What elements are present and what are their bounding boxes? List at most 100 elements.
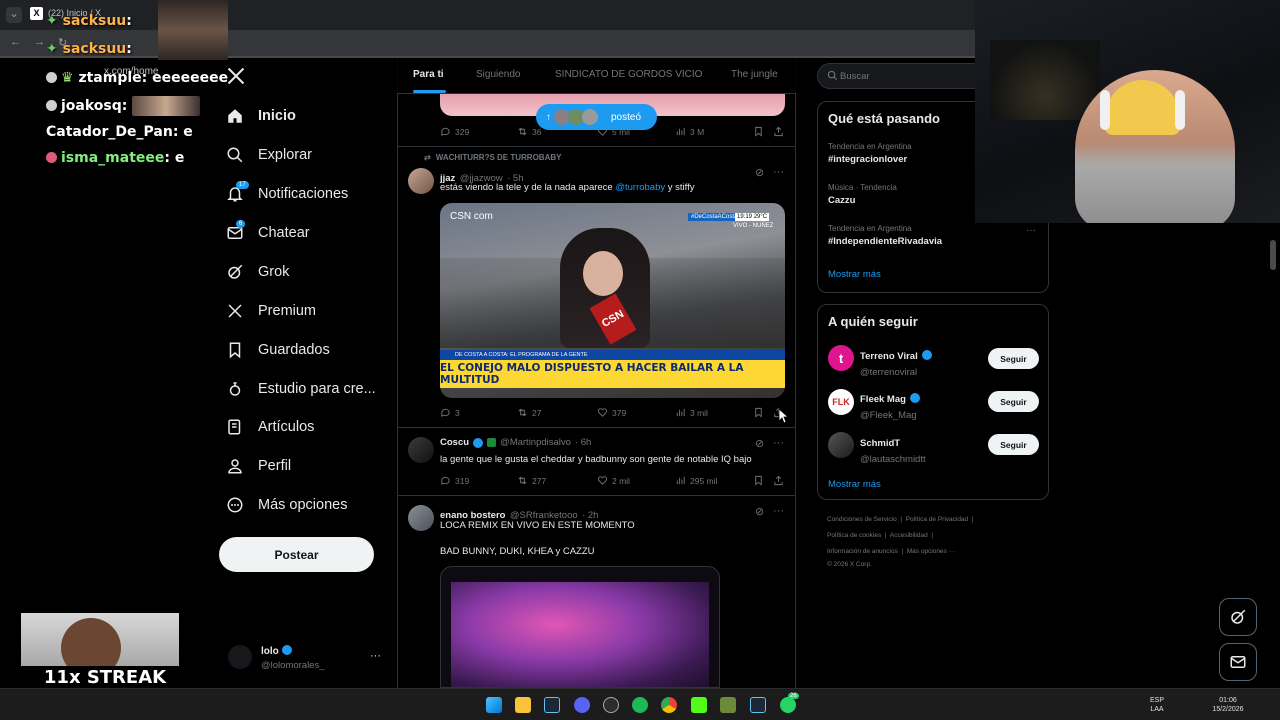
views-button[interactable]: 295 mil <box>675 475 717 486</box>
steam-icon[interactable] <box>750 697 766 713</box>
tab-para-ti[interactable]: Para ti <box>413 69 444 80</box>
grok-fab[interactable] <box>1219 598 1257 636</box>
search-input[interactable] <box>840 68 970 84</box>
nav-item-notificaciones[interactable]: 17 Notificaciones <box>226 179 348 209</box>
tab-sindicato[interactable]: SINDICATO DE GORDOS VICIO <box>555 69 702 80</box>
share-button[interactable] <box>773 475 784 486</box>
trend-item[interactable]: Tendencia en Argentina #IndependienteRiv… <box>828 224 1038 247</box>
spotify-icon[interactable] <box>632 697 648 713</box>
new-posts-pill[interactable]: ↑ posteó <box>536 104 657 130</box>
back-icon[interactable]: ← <box>10 36 21 48</box>
steam-icon[interactable] <box>544 697 560 713</box>
views-button[interactable]: 3 M <box>675 126 704 137</box>
follow-user[interactable]: Terreno Viral @terrenoviral <box>860 346 933 378</box>
nav-item-premium[interactable]: Premium <box>226 296 316 326</box>
copyright: © 2026 X Corp. <box>827 561 872 568</box>
file-explorer-icon[interactable] <box>515 697 531 713</box>
discord-icon[interactable] <box>574 697 590 713</box>
bookmark-button[interactable] <box>753 475 764 486</box>
messages-fab[interactable] <box>1219 643 1257 681</box>
page-scrollbar[interactable] <box>1270 240 1276 270</box>
tab-the-jungle[interactable]: The jungle <box>731 69 778 80</box>
tweet-time[interactable]: · 6h <box>575 437 591 448</box>
account-switcher[interactable]: lolo <box>261 645 292 657</box>
nav-item-grok[interactable]: Grok <box>226 257 289 287</box>
chat-user: sacksuu <box>62 13 127 29</box>
tab-siguiendo[interactable]: Siguiendo <box>476 69 520 80</box>
bookmark-button[interactable] <box>753 126 764 137</box>
chat-user: Catador_De_Pan <box>46 124 173 140</box>
forward-icon[interactable]: → <box>34 36 45 48</box>
footer-link[interactable]: Condiciones de Servicio <box>827 516 897 523</box>
person-icon <box>226 457 244 475</box>
follow-user[interactable]: Fleek Mag @Fleek_Mag <box>860 389 921 421</box>
tweet-more-icon[interactable]: ··· <box>773 166 784 178</box>
start-icon[interactable] <box>486 697 502 713</box>
app-icon[interactable] <box>720 697 736 713</box>
footer-link[interactable]: Política de cookies <box>827 532 881 539</box>
chrome-icon[interactable] <box>661 697 677 713</box>
repost-button[interactable]: 277 <box>517 475 546 486</box>
nav-item-explorar[interactable]: Explorar <box>226 140 312 170</box>
nav-item-mas-opciones[interactable]: Más opciones <box>226 490 347 520</box>
like-button[interactable]: 379 <box>597 407 626 418</box>
reply-button[interactable]: 319 <box>440 475 469 486</box>
search-icon <box>226 146 244 164</box>
follow-avatar[interactable]: t <box>828 345 854 371</box>
tweet-handle[interactable]: @Martinpdisalvo <box>500 437 571 448</box>
tweet-avatar[interactable] <box>408 505 434 531</box>
bookmark-button[interactable] <box>753 407 764 418</box>
tweet-author[interactable]: Coscu <box>440 437 469 448</box>
obs-icon[interactable] <box>603 697 619 713</box>
repost-context[interactable]: ⇄ WACHITURR?S DE TURROBABY <box>424 153 561 162</box>
reply-button[interactable]: 329 <box>440 126 469 137</box>
follow-show-more[interactable]: Mostrar más <box>828 479 881 490</box>
follow-button[interactable]: Seguir <box>988 391 1039 412</box>
tweet-avatar[interactable] <box>408 437 434 463</box>
x-logo-icon[interactable] <box>226 66 246 86</box>
like-button[interactable]: 2 mil <box>597 475 630 486</box>
grok-tweet-icon[interactable]: ⊘ <box>755 437 764 450</box>
grok-tweet-icon[interactable]: ⊘ <box>755 166 764 179</box>
tweet-more-icon[interactable]: ··· <box>773 505 784 517</box>
follow-button[interactable]: Seguir <box>988 348 1039 369</box>
nav-item-chatear[interactable]: 6 Chatear <box>226 218 310 248</box>
nav-item-articulos[interactable]: Artículos <box>226 412 314 442</box>
language-indicator[interactable]: ESP LAA <box>1148 696 1166 714</box>
nav-item-guardados[interactable]: Guardados <box>226 335 330 365</box>
kick-icon[interactable] <box>691 697 707 713</box>
tweet-avatar[interactable] <box>408 168 434 194</box>
follow-avatar[interactable] <box>828 432 854 458</box>
follow-avatar[interactable]: FLK <box>828 389 854 415</box>
nav-item-inicio[interactable]: Inicio <box>226 101 296 131</box>
streak-counter: 11x STREAK <box>43 667 167 688</box>
tab-list-button[interactable]: ⌄ <box>6 7 22 23</box>
tweet-more-icon[interactable]: ··· <box>773 437 784 449</box>
tweet-video[interactable] <box>440 566 720 688</box>
whatsapp-icon[interactable] <box>780 697 796 713</box>
follow-button[interactable]: Seguir <box>988 434 1039 455</box>
footer-link[interactable]: Accesibilidad <box>890 532 928 539</box>
footer-link[interactable]: Más opciones ··· <box>907 548 955 555</box>
trends-show-more[interactable]: Mostrar más <box>828 269 881 280</box>
trend-more-icon[interactable]: ··· <box>1026 225 1036 236</box>
tweet-video[interactable]: CSN CSN com #DeCostaACosta 19:19 29°C VI… <box>440 203 785 398</box>
follow-user[interactable]: SchmidT @lautaschmidtt <box>860 433 926 465</box>
grok-tweet-icon[interactable]: ⊘ <box>755 505 764 518</box>
account-more-icon[interactable]: ··· <box>370 650 381 662</box>
share-button[interactable] <box>773 126 784 137</box>
mention-link[interactable]: @turrobaby <box>615 182 665 193</box>
repost-button[interactable]: 27 <box>517 407 541 418</box>
x-icon <box>226 302 244 320</box>
footer-link[interactable]: Información de anuncios <box>827 548 898 555</box>
views-button[interactable]: 3 mil <box>675 407 708 418</box>
nav-item-perfil[interactable]: Perfil <box>226 451 291 481</box>
post-button[interactable]: Postear <box>219 537 374 572</box>
account-avatar[interactable] <box>228 645 252 669</box>
clock[interactable]: 01:06 15/2/2026 <box>1208 696 1248 714</box>
chat-line: ♛ ztample: eeeeeeee <box>46 70 228 86</box>
reply-button[interactable]: 3 <box>440 407 460 418</box>
repost-button[interactable]: 36 <box>517 126 541 137</box>
footer-link[interactable]: Política de Privacidad <box>906 516 969 523</box>
nav-item-estudio[interactable]: Estudio para cre... <box>226 374 376 404</box>
